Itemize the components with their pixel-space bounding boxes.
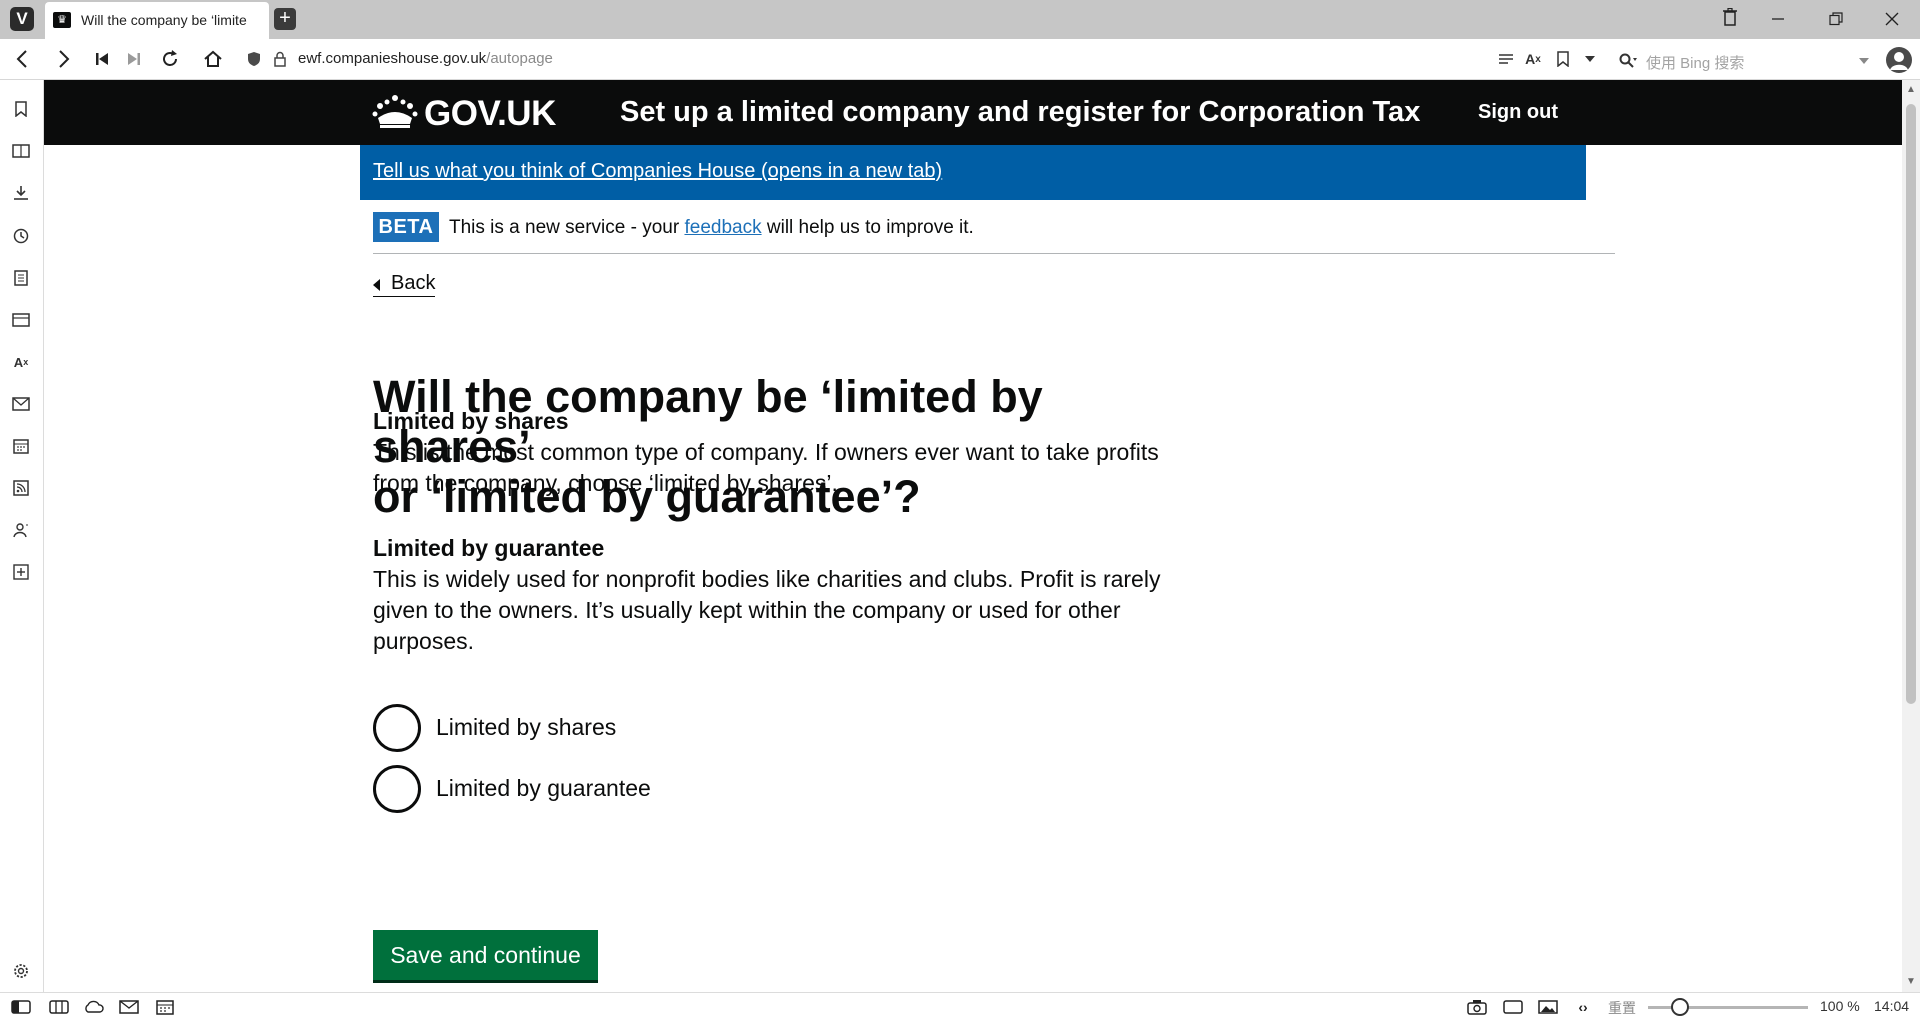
shares-line-2: from the company, choose ‘limited by sha… bbox=[373, 470, 838, 496]
radio-button-shares[interactable] bbox=[373, 704, 421, 752]
guarantee-line-3: purposes. bbox=[373, 628, 475, 654]
phase-banner: BETA This is a new service - your feedba… bbox=[373, 212, 1615, 254]
page-actions-icon[interactable]: ‹› bbox=[1572, 998, 1594, 1016]
crown-logo-icon[interactable] bbox=[372, 94, 418, 128]
service-name[interactable]: Set up a limited company and register fo… bbox=[620, 96, 1420, 129]
trash-icon[interactable] bbox=[1718, 7, 1742, 32]
guarantee-description: This is widely used for nonprofit bodies… bbox=[373, 564, 1193, 657]
search-input[interactable]: 使用 Bing 搜索 bbox=[1612, 46, 1869, 74]
forward-nav-icon[interactable] bbox=[52, 47, 76, 71]
status-bar: ‹› 重置 100 % 14:04 bbox=[0, 992, 1920, 1020]
back-link[interactable]: Back bbox=[373, 272, 436, 297]
zoom-reset-label[interactable]: 重置 bbox=[1608, 998, 1636, 1018]
tiling-icon[interactable] bbox=[48, 998, 70, 1016]
scroll-up-icon[interactable]: ▲ bbox=[1905, 84, 1917, 96]
guarantee-line-2: given to the owners. It’s usually kept w… bbox=[373, 597, 1121, 623]
window-size-icon[interactable] bbox=[1502, 998, 1524, 1016]
scroll-down-icon[interactable]: ▼ bbox=[1905, 976, 1917, 988]
add-web-panel-icon[interactable] bbox=[10, 561, 32, 583]
phase-banner-text: This is a new service - your feedback wi… bbox=[449, 217, 974, 239]
mail-status-icon[interactable] bbox=[118, 998, 140, 1016]
reader-view-icon[interactable] bbox=[1494, 47, 1518, 71]
lock-icon[interactable] bbox=[268, 47, 292, 71]
home-icon[interactable] bbox=[201, 47, 225, 71]
save-and-continue-button[interactable]: Save and continue bbox=[373, 930, 598, 980]
mail-icon[interactable] bbox=[10, 393, 32, 415]
feedback-survey-link[interactable]: Tell us what you think of Companies Hous… bbox=[373, 160, 942, 183]
new-tab-button[interactable]: + bbox=[274, 8, 296, 30]
search-dropdown-icon[interactable] bbox=[1852, 49, 1876, 73]
calendar-status-icon[interactable] bbox=[154, 998, 176, 1016]
tab-title: Will the company be ‘limite bbox=[81, 12, 247, 28]
settings-gear-icon[interactable] bbox=[10, 960, 32, 982]
radio-limited-by-guarantee[interactable]: Limited by guarantee bbox=[373, 765, 873, 813]
downloads-icon[interactable] bbox=[10, 182, 32, 204]
search-engine-icon bbox=[1616, 49, 1640, 73]
window-panel-icon[interactable] bbox=[10, 309, 32, 331]
rewind-icon[interactable] bbox=[90, 47, 114, 71]
zoom-level: 100 % bbox=[1820, 998, 1860, 1014]
profile-avatar[interactable] bbox=[1886, 47, 1912, 73]
guarantee-line-1: This is widely used for nonprofit bodies… bbox=[373, 566, 1161, 592]
browser-side-panel: Ax bbox=[0, 80, 44, 992]
govuk-favicon-icon: ♛ bbox=[53, 12, 71, 28]
reading-list-icon[interactable] bbox=[10, 140, 32, 162]
capture-camera-icon[interactable] bbox=[1466, 998, 1488, 1016]
radio-label-guarantee[interactable]: Limited by guarantee bbox=[436, 775, 651, 802]
browser-toolbar: ewf.companieshouse.gov.uk/autopage Ax 使用… bbox=[0, 39, 1920, 80]
feedback-link[interactable]: feedback bbox=[684, 217, 761, 238]
shares-heading: Limited by shares bbox=[373, 408, 569, 434]
shield-icon[interactable] bbox=[242, 47, 266, 71]
calendar-icon[interactable] bbox=[10, 435, 32, 457]
contacts-icon[interactable] bbox=[10, 519, 32, 541]
phase-text-before: This is a new service - your bbox=[449, 217, 685, 238]
notes-icon[interactable] bbox=[10, 267, 32, 289]
fast-forward-icon[interactable] bbox=[122, 47, 146, 71]
phase-text-after: will help us to improve it. bbox=[761, 217, 974, 238]
sign-out-link[interactable]: Sign out bbox=[1478, 101, 1558, 124]
address-bar[interactable]: ewf.companieshouse.gov.uk/autopage bbox=[298, 50, 553, 67]
translate-panel-icon[interactable]: Ax bbox=[10, 351, 32, 373]
reload-icon[interactable] bbox=[158, 47, 182, 71]
sync-cloud-icon[interactable] bbox=[83, 998, 105, 1016]
images-toggle-icon[interactable] bbox=[1537, 998, 1559, 1016]
page-scrollbar[interactable]: ▲ ▼ bbox=[1902, 80, 1920, 992]
dropdown-chevron-icon[interactable] bbox=[1578, 47, 1602, 71]
feedback-banner: Tell us what you think of Companies Hous… bbox=[360, 145, 1586, 200]
govuk-header: GOV.UK Set up a limited company and regi… bbox=[44, 80, 1902, 145]
govuk-logo-text[interactable]: GOV.UK bbox=[424, 94, 556, 134]
translate-icon[interactable]: Ax bbox=[1521, 47, 1545, 71]
clock: 14:04 bbox=[1874, 998, 1910, 1014]
feed-reader-icon[interactable] bbox=[10, 477, 32, 499]
scroll-thumb[interactable] bbox=[1906, 104, 1916, 704]
web-page: GOV.UK Set up a limited company and regi… bbox=[44, 80, 1902, 992]
radio-label-shares[interactable]: Limited by shares bbox=[436, 714, 616, 741]
minimize-button[interactable] bbox=[1766, 8, 1790, 32]
url-domain: ewf.companieshouse.gov.uk bbox=[298, 50, 487, 67]
restore-button[interactable] bbox=[1824, 8, 1848, 32]
history-icon[interactable] bbox=[10, 225, 32, 247]
active-tab[interactable]: ♛ Will the company be ‘limite bbox=[45, 2, 269, 39]
zoom-slider-handle[interactable] bbox=[1671, 998, 1689, 1016]
bookmarks-panel-icon[interactable] bbox=[10, 98, 32, 120]
panel-toggle-icon[interactable] bbox=[10, 998, 32, 1016]
bookmark-icon[interactable] bbox=[1551, 47, 1575, 71]
tab-bar: V ♛ Will the company be ‘limite + bbox=[0, 0, 1920, 39]
back-nav-icon[interactable] bbox=[10, 47, 34, 71]
search-placeholder: 使用 Bing 搜索 bbox=[1646, 55, 1745, 72]
vivaldi-menu-icon[interactable]: V bbox=[10, 7, 34, 31]
radio-limited-by-shares[interactable]: Limited by shares bbox=[373, 704, 873, 752]
url-path: /autopage bbox=[486, 50, 553, 67]
shares-line-1: This is the most common type of company.… bbox=[373, 439, 1159, 465]
shares-description: This is the most common type of company.… bbox=[373, 437, 1193, 499]
beta-tag: BETA bbox=[373, 212, 439, 242]
radio-button-guarantee[interactable] bbox=[373, 765, 421, 813]
close-window-button[interactable] bbox=[1880, 8, 1904, 32]
guarantee-heading: Limited by guarantee bbox=[373, 535, 605, 561]
